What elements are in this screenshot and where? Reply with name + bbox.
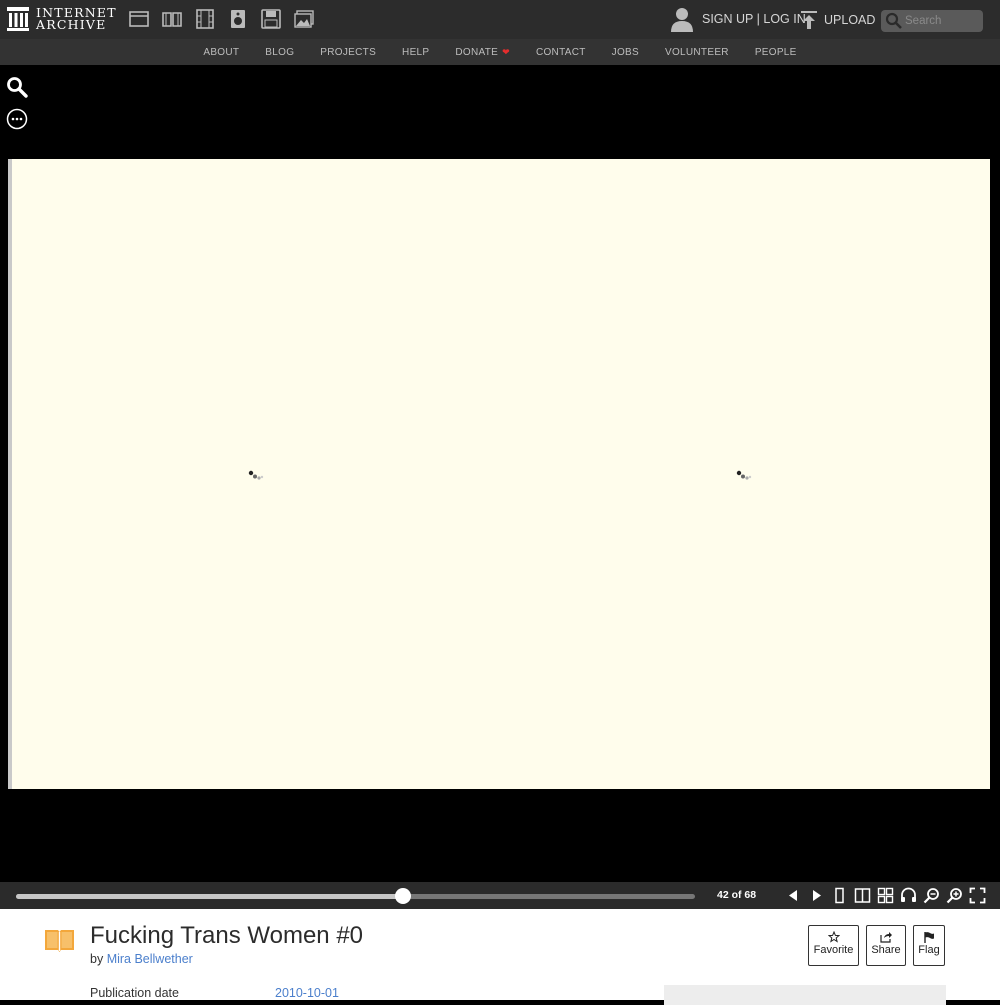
upload-button[interactable]: UPLOAD xyxy=(800,10,875,30)
search-icon xyxy=(885,12,902,29)
nav-blog[interactable]: BLOG xyxy=(265,47,294,58)
internet-archive-logo[interactable]: INTERNET ARCHIVE xyxy=(6,6,117,32)
byline-prefix: by xyxy=(90,952,104,966)
user-icon[interactable] xyxy=(670,6,694,32)
favorite-label: Favorite xyxy=(813,944,854,956)
viewer-toolbar xyxy=(785,887,992,904)
nav-donate[interactable]: DONATE ❤ xyxy=(455,47,510,58)
nav-about[interactable]: ABOUT xyxy=(203,47,239,58)
publication-date-label: Publication date xyxy=(90,986,179,1000)
loading-spinner-icon xyxy=(248,470,264,480)
book-controls: 42 of 68 xyxy=(0,882,1000,909)
read-aloud-button[interactable] xyxy=(900,887,917,904)
page-slider-fill xyxy=(16,894,404,899)
audio-icon[interactable] xyxy=(227,8,249,30)
next-icon xyxy=(813,890,821,901)
images-icon[interactable] xyxy=(293,8,315,30)
author-link[interactable]: Mira Bellwether xyxy=(107,952,193,966)
account-area: SIGN UP | LOG IN xyxy=(670,6,806,32)
search-input[interactable] xyxy=(905,15,983,27)
media-type-icons xyxy=(128,8,326,30)
texts-icon[interactable] xyxy=(161,8,183,30)
upload-label: UPLOAD xyxy=(824,13,876,27)
fullscreen-button[interactable] xyxy=(969,887,986,904)
search-inside-button[interactable] xyxy=(6,76,28,98)
nav-contact[interactable]: CONTACT xyxy=(536,47,586,58)
item-metadata: Fucking Trans Women #0 by Mira Bellwethe… xyxy=(0,909,1000,1005)
prev-icon xyxy=(789,890,797,901)
nav-volunteer[interactable]: VOLUNTEER xyxy=(665,47,729,58)
headphones-icon xyxy=(901,887,916,902)
page-slider[interactable] xyxy=(16,888,695,904)
zoom-out-icon xyxy=(923,888,939,904)
byline: by Mira Bellwether xyxy=(90,952,193,966)
zoom-in-icon xyxy=(946,888,962,904)
two-page-icon xyxy=(854,888,871,903)
software-icon[interactable] xyxy=(260,8,282,30)
two-page-view-button[interactable] xyxy=(854,887,871,904)
search-icon xyxy=(7,77,28,98)
favorite-button[interactable]: Favorite xyxy=(808,925,859,966)
one-page-icon xyxy=(835,887,844,904)
book-page-spread[interactable] xyxy=(8,159,990,789)
zoom-out-button[interactable] xyxy=(923,887,940,904)
fullscreen-icon xyxy=(969,887,986,904)
nav-donate-label: DONATE xyxy=(455,46,499,58)
next-page-button[interactable] xyxy=(808,887,825,904)
secondary-nav: ABOUT BLOG PROJECTS HELP DONATE ❤ CONTACT… xyxy=(0,39,1000,65)
flag-button[interactable]: Flag xyxy=(913,925,945,966)
nav-help[interactable]: HELP xyxy=(402,47,429,58)
loading-spinner-icon xyxy=(736,470,752,480)
archive-building-icon xyxy=(7,7,29,31)
thumbnail-view-button[interactable] xyxy=(877,887,894,904)
top-navbar: INTERNET ARCHIVE SIGN UP | LOG IN UPLOAD xyxy=(0,0,1000,39)
right-sidebar-panel xyxy=(664,985,946,1005)
logo-line-2: ARCHIVE xyxy=(36,17,107,32)
more-options-button[interactable] xyxy=(6,108,28,130)
more-icon xyxy=(6,108,28,130)
upload-icon xyxy=(801,11,817,29)
item-title: Fucking Trans Women #0 xyxy=(90,922,364,949)
flag-icon xyxy=(924,932,934,943)
logo-text: INTERNET ARCHIVE xyxy=(36,6,117,32)
page-slider-handle[interactable] xyxy=(395,888,412,904)
nav-jobs[interactable]: JOBS xyxy=(612,47,639,58)
sign-up-log-in-link[interactable]: SIGN UP | LOG IN xyxy=(702,12,806,26)
grid-icon xyxy=(877,887,894,904)
share-icon xyxy=(880,932,892,943)
nav-people[interactable]: PEOPLE xyxy=(755,47,797,58)
search-box[interactable] xyxy=(881,10,983,32)
flag-label: Flag xyxy=(918,944,940,956)
share-label: Share xyxy=(871,944,901,956)
zoom-in-button[interactable] xyxy=(946,887,963,904)
share-button[interactable]: Share xyxy=(866,925,906,966)
video-icon[interactable] xyxy=(194,8,216,30)
previous-page-button[interactable] xyxy=(785,887,802,904)
texts-book-icon xyxy=(45,930,74,952)
page-count: 42 of 68 xyxy=(717,889,757,901)
one-page-view-button[interactable] xyxy=(831,887,848,904)
publication-date-value[interactable]: 2010-10-01 xyxy=(275,986,339,1000)
heart-icon: ❤ xyxy=(502,46,510,57)
web-icon[interactable] xyxy=(128,8,150,30)
nav-projects[interactable]: PROJECTS xyxy=(320,47,376,58)
star-icon xyxy=(827,931,840,943)
